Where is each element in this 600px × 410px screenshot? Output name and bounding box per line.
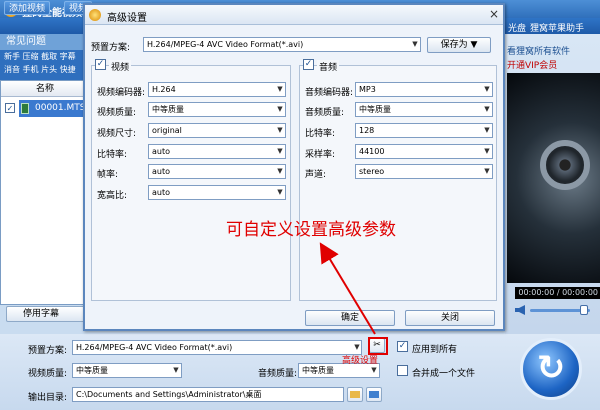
annotation-arrow — [319, 242, 376, 335]
advanced-settings-label: 高级设置 — [342, 356, 379, 366]
